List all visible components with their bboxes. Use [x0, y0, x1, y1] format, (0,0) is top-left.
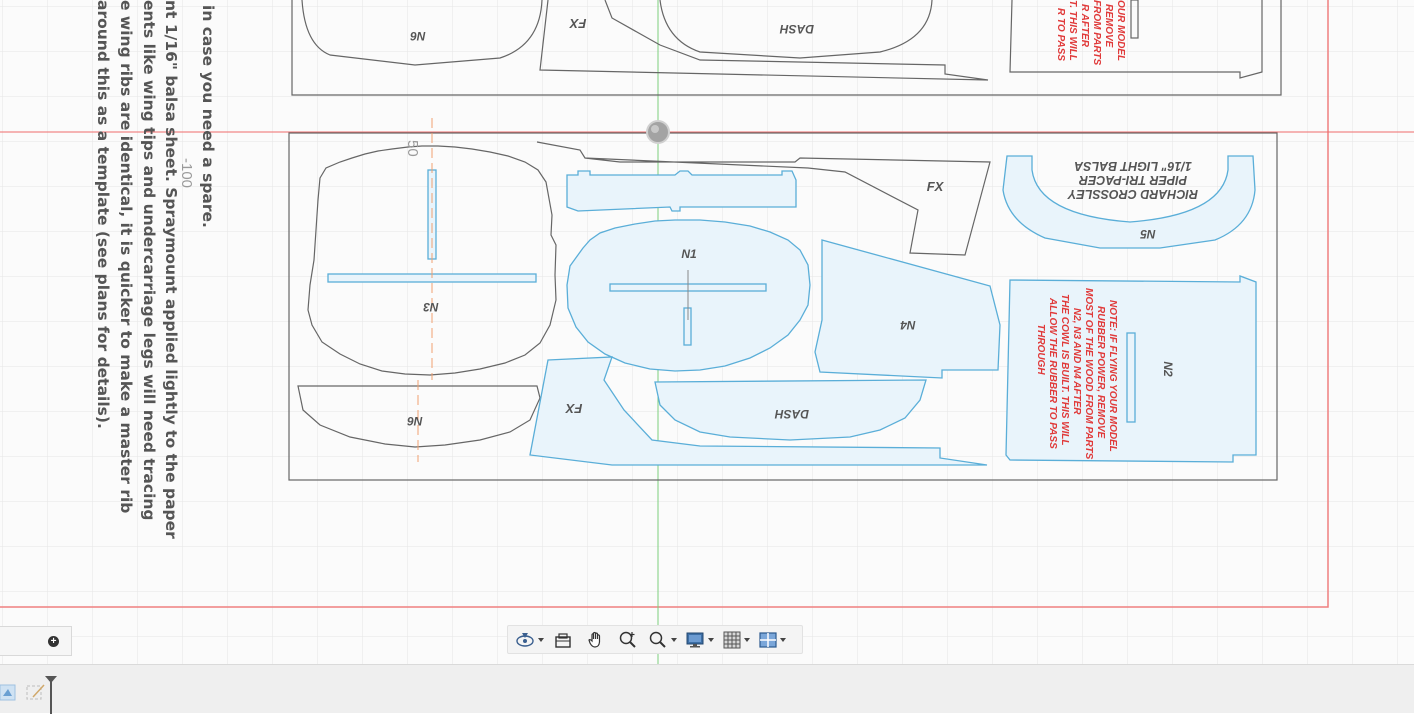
note-line-4: N2, N3 AND N4 AFTER: [1071, 308, 1082, 415]
n2-slot: [1126, 332, 1136, 423]
fit-button[interactable]: [644, 628, 680, 652]
display-settings-caret[interactable]: [707, 637, 714, 642]
origin-highlight: [651, 125, 659, 133]
navigation-toolbar: [507, 625, 803, 654]
n3-label: N3: [423, 300, 439, 314]
instruction-line-5: around this as a template (see plans for…: [94, 0, 112, 429]
display-settings-button[interactable]: [680, 628, 718, 652]
look-at-icon: [555, 632, 571, 648]
n6-label: N6: [407, 414, 423, 428]
n4-label: N4: [900, 318, 916, 332]
pan-icon: [588, 631, 601, 648]
browser-panel-tab[interactable]: +: [0, 626, 72, 656]
ruler-label-minus-100: -100: [178, 158, 195, 188]
note-line-1: NOTE: IF FLYING YOUR MODEL: [1107, 300, 1118, 452]
instruction-line-1: in case you need a spare.: [199, 5, 217, 228]
note-line-3: MOST OF THE WOOD FROM PARTS: [1083, 288, 1094, 460]
ruler-label-50: 50: [404, 140, 421, 157]
grid-settings-caret[interactable]: [743, 637, 750, 642]
note-line-6: ALLOW THE RUBBER TO PASS: [1047, 297, 1058, 449]
top-note-line-3: FROM PARTS: [1091, 0, 1102, 66]
viewports-button[interactable]: [754, 628, 790, 652]
grid-settings-button[interactable]: [718, 628, 754, 652]
top-dash-label: DASH: [780, 22, 814, 36]
instruction-line-3: ents like wing tips and undercarriage le…: [140, 0, 158, 521]
timeline-feature-icon[interactable]: [0, 684, 16, 701]
top-note-line-5: T. THIS WILL: [1067, 0, 1078, 61]
instruction-line-2: nt 1/16" balsa sheet. Spraymount applied…: [162, 0, 180, 539]
n2-label: N2: [1161, 361, 1175, 377]
sheet-title-line-1: RICHARD CROSSLEY: [1066, 187, 1198, 201]
sheet-title-line-3: 1/16" LIGHT BALSA: [1074, 159, 1192, 173]
fit-icon: [649, 631, 666, 648]
sheet-title-line-2: PIPER TRI-PACER: [1079, 173, 1187, 187]
origin-marker[interactable]: [646, 120, 670, 144]
orbit-caret[interactable]: [537, 637, 544, 642]
timeline-bar: [0, 664, 1414, 714]
timeline-marker[interactable]: [45, 676, 57, 714]
n5-label: N5: [1140, 227, 1156, 241]
note-line-2: RUBBER POWER, REMOVE: [1095, 306, 1106, 439]
viewports-caret[interactable]: [779, 637, 786, 642]
fx-label-upper: FX: [927, 179, 945, 194]
design-canvas[interactable]: N6 FX DASH OUR MODEL REMOVE FROM PARTS R…: [0, 0, 1414, 664]
display-settings-icon: [686, 632, 703, 647]
dash-label: DASH: [775, 407, 809, 421]
fit-caret[interactable]: [670, 637, 677, 642]
viewports-icon: [758, 631, 777, 648]
top-note-line-6: R TO PASS: [1055, 8, 1066, 61]
add-icon[interactable]: +: [48, 636, 59, 647]
orbit-button[interactable]: [512, 628, 546, 652]
top-fx-label: FX: [568, 16, 586, 31]
sheet-title: RICHARD CROSSLEY PIPER TRI-PACER 1/16" L…: [1066, 159, 1198, 201]
orbit-icon: [515, 632, 534, 647]
note-line-7: THROUGH: [1035, 324, 1046, 375]
timeline-controls: [0, 676, 57, 714]
top-note-line-4: R AFTER: [1079, 4, 1090, 48]
top-n6-label: N6: [410, 29, 426, 43]
zoom-icon: [619, 631, 636, 648]
timeline-sketch-icon[interactable]: [26, 684, 45, 700]
top-note-line-2: REMOVE: [1103, 4, 1114, 48]
instruction-line-4: e wing ribs are identical, it is quicker…: [117, 0, 135, 514]
top-note-line-1: OUR MODEL: [1115, 0, 1126, 61]
note-line-5: THE COWL IS BUILT. THIS WILL: [1059, 294, 1070, 446]
pan-button[interactable]: [580, 628, 612, 652]
fx-label: FX: [564, 401, 582, 416]
look-at-button[interactable]: [546, 628, 580, 652]
n1-label: N1: [681, 247, 697, 261]
grid-settings-icon: [723, 631, 740, 648]
zoom-button[interactable]: [612, 628, 644, 652]
selected-strip: [566, 170, 797, 212]
